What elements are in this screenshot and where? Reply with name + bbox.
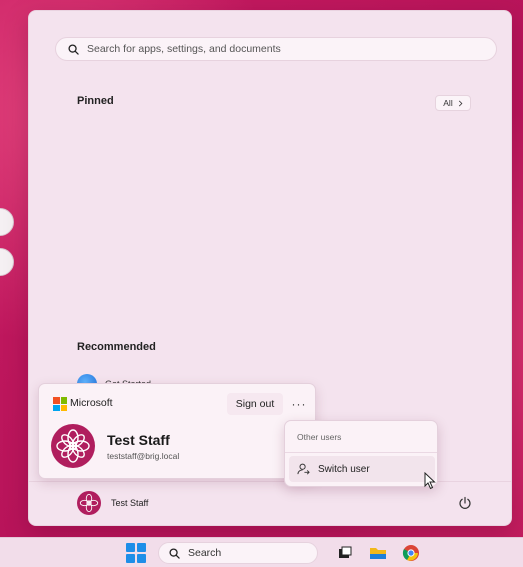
search-icon [68, 43, 79, 55]
account-user-email: teststaff@brig.local [107, 451, 180, 461]
pinned-heading: Pinned [77, 95, 114, 107]
taskbar: Search [0, 537, 523, 567]
switch-user-button[interactable]: Switch user [289, 456, 435, 482]
account-user-name: Test Staff [107, 432, 170, 448]
account-brand: Microsoft [70, 397, 113, 409]
footer-user-button[interactable]: Test Staff [77, 489, 148, 517]
start-icon[interactable] [126, 543, 146, 563]
sign-out-button[interactable]: Sign out [227, 393, 283, 415]
recommended-heading: Recommended [77, 341, 156, 353]
search-input[interactable] [87, 43, 467, 55]
all-apps-button[interactable]: All [435, 95, 471, 111]
chevron-right-icon [458, 100, 463, 106]
all-apps-label: All [443, 98, 453, 108]
file-explorer-icon[interactable] [369, 544, 387, 562]
task-view-icon[interactable] [336, 544, 354, 562]
taskbar-search-label: Search [188, 547, 222, 559]
footer-user-name: Test Staff [111, 498, 149, 508]
start-search-box[interactable] [55, 37, 497, 61]
taskbar-search-box[interactable]: Search [158, 542, 318, 564]
more-options-button[interactable]: ··· [286, 393, 312, 415]
footer-divider [29, 481, 511, 482]
mouse-cursor-icon [424, 472, 436, 490]
avatar [51, 424, 95, 468]
switch-user-icon [297, 463, 310, 474]
power-icon [459, 496, 471, 509]
microsoft-logo-icon [53, 397, 67, 411]
switch-user-label: Switch user [318, 463, 370, 475]
other-users-heading: Other users [297, 432, 342, 442]
power-button[interactable] [455, 493, 475, 513]
avatar [77, 491, 101, 515]
search-icon [169, 547, 180, 559]
account-card: Microsoft Sign out ··· Test Staff testst… [38, 383, 316, 479]
popup-divider [285, 452, 437, 453]
other-users-popup: Other users Switch user [284, 420, 438, 487]
chrome-icon[interactable] [402, 544, 420, 562]
